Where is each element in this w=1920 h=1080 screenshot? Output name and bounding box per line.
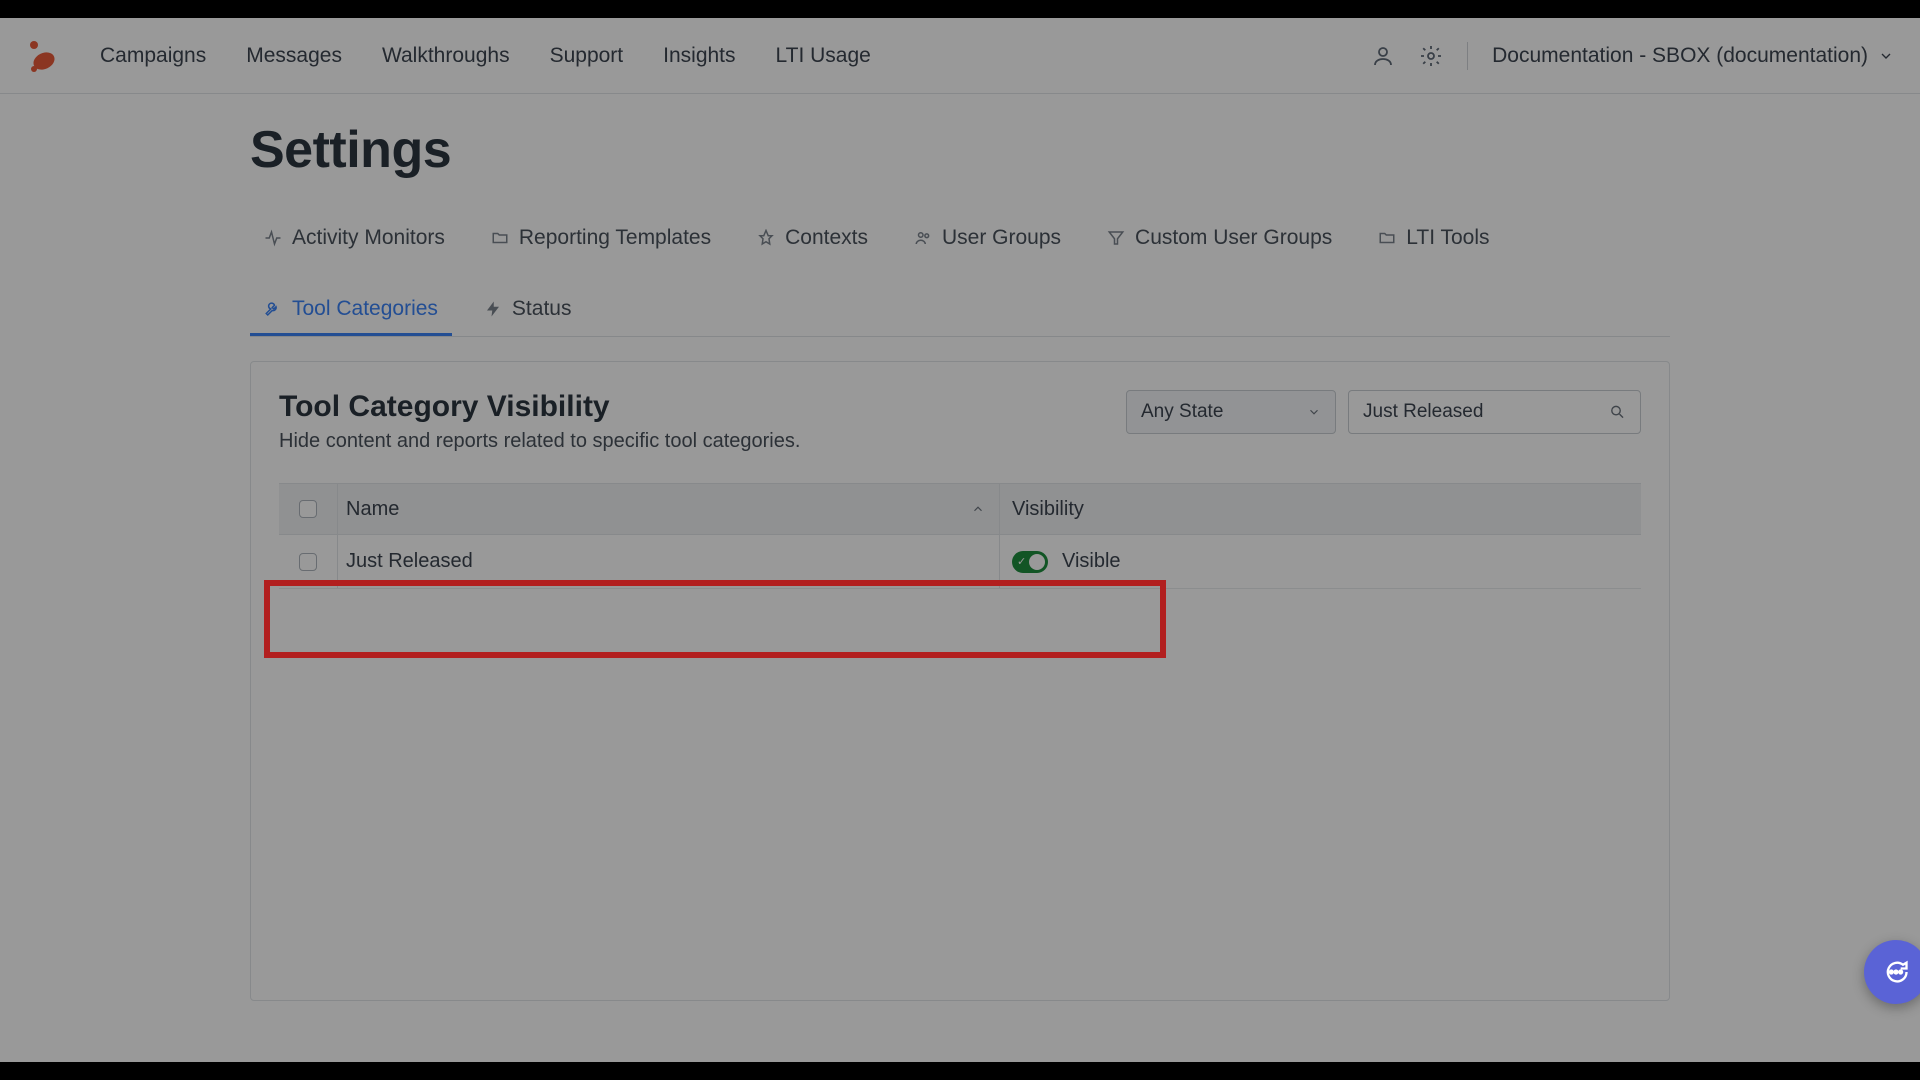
nav-lti-usage[interactable]: LTI Usage (776, 44, 871, 68)
panel-description: Hide content and reports related to spec… (279, 430, 800, 453)
nav-campaigns[interactable]: Campaigns (100, 44, 206, 68)
gear-icon[interactable] (1419, 44, 1443, 68)
chevron-down-icon (1307, 405, 1321, 419)
check-icon: ✓ (1017, 555, 1026, 568)
search-icon (1609, 403, 1626, 421)
visibility-label: Visible (1062, 550, 1121, 573)
activity-icon (264, 229, 282, 247)
page-title: Settings (250, 120, 1670, 180)
chat-icon (1882, 958, 1910, 986)
visibility-toggle[interactable]: ✓ (1012, 551, 1048, 573)
search-input[interactable] (1363, 401, 1609, 423)
tab-status[interactable]: Status (470, 285, 586, 336)
tab-custom-user-groups[interactable]: Custom User Groups (1093, 214, 1346, 265)
sort-asc-icon (971, 502, 985, 516)
column-visibility: Visibility (999, 484, 1641, 534)
tab-activity-monitors[interactable]: Activity Monitors (250, 214, 459, 265)
help-fab[interactable] (1864, 940, 1920, 1004)
account-label: Documentation - SBOX (documentation) (1492, 44, 1868, 68)
row-name: Just Released (337, 535, 999, 588)
state-dropdown[interactable]: Any State (1126, 390, 1336, 434)
top-nav: Campaigns Messages Walkthroughs Support … (100, 44, 871, 68)
table-header: Name Visibility (279, 483, 1641, 535)
tab-tool-categories[interactable]: Tool Categories (250, 285, 452, 336)
pin-icon (757, 229, 775, 247)
tab-lti-tools[interactable]: LTI Tools (1364, 214, 1503, 265)
wrench-icon (264, 300, 282, 318)
tool-category-panel: Tool Category Visibility Hide content an… (250, 361, 1670, 1001)
tab-contexts[interactable]: Contexts (743, 214, 882, 265)
top-bar: Campaigns Messages Walkthroughs Support … (0, 18, 1920, 94)
row-checkbox[interactable] (299, 553, 317, 571)
category-table: Name Visibility Just Released (279, 483, 1641, 589)
select-all-checkbox[interactable] (299, 500, 317, 518)
panel-title: Tool Category Visibility (279, 390, 800, 424)
folder-icon (491, 229, 509, 247)
settings-tabs: Activity Monitors Reporting Templates Co… (250, 214, 1670, 337)
filter-icon (1107, 229, 1125, 247)
bolt-icon (484, 300, 502, 318)
nav-walkthroughs[interactable]: Walkthroughs (382, 44, 510, 68)
table-row[interactable]: Just Released ✓ Visible (279, 535, 1641, 589)
nav-insights[interactable]: Insights (663, 44, 735, 68)
users-icon (914, 229, 932, 247)
chevron-down-icon (1878, 48, 1894, 64)
account-dropdown[interactable]: Documentation - SBOX (documentation) (1492, 44, 1894, 68)
nav-support[interactable]: Support (550, 44, 624, 68)
nav-messages[interactable]: Messages (246, 44, 342, 68)
column-name[interactable]: Name (337, 484, 999, 534)
app-logo (26, 39, 56, 73)
search-box[interactable] (1348, 390, 1641, 434)
tab-user-groups[interactable]: User Groups (900, 214, 1075, 265)
divider (1467, 42, 1468, 70)
user-icon[interactable] (1371, 44, 1395, 68)
tab-reporting-templates[interactable]: Reporting Templates (477, 214, 725, 265)
folder-icon (1378, 229, 1396, 247)
